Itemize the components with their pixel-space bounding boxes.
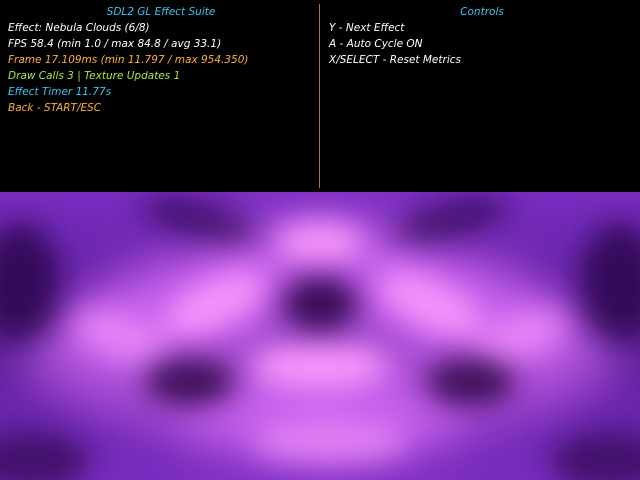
controls-title: Controls (460, 6, 504, 18)
reset-metrics-hint: X/SELECT - Reset Metrics (329, 54, 461, 66)
frame-time-line: Frame 17.109ms (min 11.797 / max 954.350… (8, 54, 249, 66)
next-effect-hint: Y - Next Effect (329, 22, 405, 34)
nebula-dark-center (282, 278, 358, 330)
effect-viewport (0, 192, 640, 480)
back-hint-line: Back - START/ESC (8, 102, 102, 114)
nebula-core-bottom (250, 420, 410, 464)
draw-calls-line: Draw Calls 3 | Texture Updates 1 (8, 70, 181, 82)
nebula-core-center (250, 343, 390, 391)
nebula-core-top (275, 220, 365, 264)
hud-overlay: SDL2 GL Effect Suite Effect: Nebula Clou… (0, 0, 640, 192)
game-screen: SDL2 GL Effect Suite Effect: Nebula Clou… (0, 0, 640, 480)
nebula-dark-right (425, 358, 515, 406)
effect-timer-line: Effect Timer 11.77s (8, 86, 112, 98)
effect-name-line: Effect: Nebula Clouds (6/8) (8, 22, 150, 34)
panel-divider (319, 4, 320, 188)
suite-title: SDL2 GL Effect Suite (106, 6, 216, 18)
fps-line: FPS 58.4 (min 1.0 / max 84.8 / avg 33.1) (8, 38, 222, 50)
auto-cycle-hint: A - Auto Cycle ON (329, 38, 423, 50)
nebula-clouds-render (0, 192, 640, 480)
nebula-dark-left (145, 358, 235, 406)
stats-panel: SDL2 GL Effect Suite Effect: Nebula Clou… (8, 4, 314, 116)
controls-panel: Controls Y - Next Effect A - Auto Cycle … (329, 4, 635, 68)
